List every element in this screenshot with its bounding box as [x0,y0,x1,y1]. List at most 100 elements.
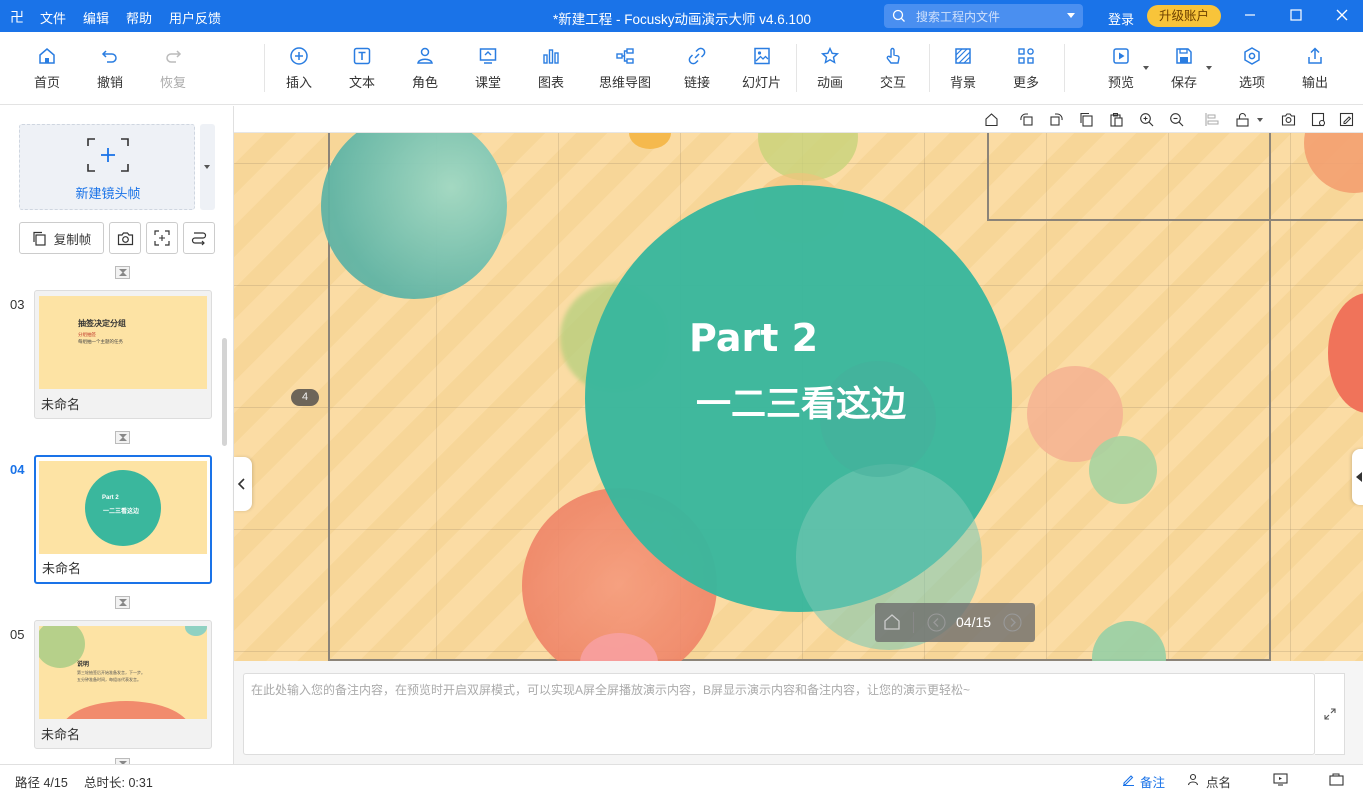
slide-thumbnail-03[interactable]: 抽签决定分组 分组抽签 每组抽一个主题的任务 未命名 [34,290,212,419]
slide-preview: 说明 第三轮抽签后开始准备发言，下一步。 五分钟准备时间，每组派代表发言。 [39,626,207,719]
new-frame-dropdown[interactable] [200,124,215,210]
decorative-circle [1089,436,1157,504]
save-dropdown-icon[interactable] [1206,66,1212,70]
window-title: *新建工程 - Focusky动画演示大师 v4.6.100 [553,12,812,27]
text-button[interactable]: 文本 [349,46,375,98]
slide-thumbnail-05[interactable]: 说明 第三轮抽签后开始准备发言，下一步。 五分钟准备时间，每组派代表发言。 未命… [34,620,212,749]
classroom-icon [479,48,497,64]
notes-expand-button[interactable] [1315,673,1345,755]
home-view-icon[interactable] [984,112,999,127]
transition-icon[interactable] [115,266,130,279]
lock-icon[interactable] [1235,112,1250,127]
interact-button[interactable]: 交互 [880,46,906,98]
zoom-in-icon[interactable] [1139,112,1154,127]
maximize-icon[interactable] [1288,7,1304,23]
align-icon[interactable] [1204,112,1219,127]
app-logo-icon: 卍 [10,9,24,25]
frame-number-badge[interactable]: 4 [291,389,319,406]
app-window: 卍 文件 编辑 帮助 用户反馈 *新建工程 - Focusky动画演示大师 v4… [0,0,1363,792]
playback-control: 04/15 [875,603,1035,642]
slideshow-button[interactable]: 幻灯片 [742,46,781,98]
menu-feedback[interactable]: 用户反馈 [169,8,221,27]
class-button[interactable]: 课堂 [475,46,501,98]
hand-pointer-icon [886,47,900,64]
person-icon[interactable] [1187,773,1200,786]
upgrade-button[interactable]: 升级账户 [1147,5,1221,27]
animation-label: 动画 [817,75,844,90]
new-frame-button[interactable]: 新建镜头帧 [19,124,195,210]
role-button[interactable]: 角色 [412,46,438,98]
notes-edit-icon[interactable] [1122,773,1135,786]
transition-icon[interactable] [115,596,130,609]
screenshot-icon[interactable] [1281,112,1296,127]
options-button[interactable]: 选项 [1239,46,1265,98]
slide-title[interactable]: Part 2 [689,316,818,360]
thumb-text: 一二三看这边 [103,509,140,515]
snapshot-button[interactable] [109,222,141,254]
screen-icon[interactable] [1273,773,1288,786]
minimize-icon[interactable] [1242,7,1258,23]
slide-subtitle[interactable]: 一二三看这边 [696,376,906,427]
redo-button[interactable]: 恢复 [160,46,186,98]
chevron-left-icon [1356,472,1362,482]
copy-icon[interactable] [1079,112,1094,127]
next-icon[interactable] [1003,613,1022,632]
menu-help[interactable]: 帮助 [126,8,152,27]
bar-chart-icon [543,49,559,64]
slide-number: 05 [10,627,25,642]
path-order-button[interactable] [183,222,215,254]
thumb-title: 抽签决定分组 [78,319,126,328]
login-link[interactable]: 登录 [1108,9,1134,28]
undo-icon [101,50,117,63]
fit-frame-button[interactable] [146,222,178,254]
left-panel-scrollbar[interactable] [222,338,227,446]
rotate-right-icon[interactable] [1049,112,1064,127]
preview-button[interactable]: 预览 [1108,46,1134,98]
duration-status: 总时长: 0:31 [84,776,153,790]
paste-icon[interactable] [1109,112,1124,127]
canvas-stage[interactable]: Part 2 一二三看这边 4 04/15 [234,133,1363,661]
export-button[interactable]: 输出 [1302,46,1328,98]
mindmap-button[interactable]: 思维导图 [599,46,651,98]
window-icon[interactable] [1329,773,1344,786]
insert-label: 插入 [286,75,313,90]
rollcall-button[interactable]: 点名 [1206,772,1231,791]
search-dropdown-icon[interactable] [1067,13,1075,18]
background-button[interactable]: 背景 [950,46,976,98]
animation-button[interactable]: 动画 [817,46,843,98]
image-settings-icon[interactable] [1311,112,1326,127]
menu-file[interactable]: 文件 [40,8,66,27]
more-button[interactable]: 更多 [1013,46,1039,98]
search-box[interactable]: 搜索工程内文件 [884,4,1083,28]
path-status: 路径 4/15 [15,776,68,790]
slide-preview: Part 2 一二三看这边 [39,461,207,554]
slide-thumbnail-04[interactable]: Part 2 一二三看这边 未命名 [34,455,212,584]
notes-toggle[interactable]: 备注 [1140,772,1165,791]
thumb-title: 说明 [77,662,90,668]
chart-button[interactable]: 图表 [538,46,564,98]
undo-label: 撤销 [97,75,124,90]
lock-dropdown-icon[interactable] [1257,118,1263,122]
copy-frame-button[interactable]: 复制帧 [19,222,104,254]
undo-button[interactable]: 撤销 [97,46,123,98]
home-button[interactable]: 首页 [34,46,60,98]
preview-dropdown-icon[interactable] [1143,66,1149,70]
menu-edit[interactable]: 编辑 [83,8,109,27]
zoom-out-icon[interactable] [1169,112,1184,127]
close-icon[interactable] [1334,7,1350,23]
menu-bar: 文件 编辑 帮助 用户反馈 [40,8,221,27]
prev-icon[interactable] [927,613,946,632]
notes-input[interactable] [244,674,1314,754]
save-button[interactable]: 保存 [1171,46,1197,98]
export-icon [1308,47,1322,64]
expand-icon [1324,708,1336,720]
home-icon[interactable] [883,613,901,631]
link-button[interactable]: 链接 [684,46,710,98]
insert-button[interactable]: 插入 [286,46,312,98]
edit-icon[interactable] [1339,112,1354,127]
transition-icon[interactable] [115,431,130,444]
star-icon [820,46,840,64]
right-panel-toggle[interactable] [1352,449,1363,505]
rotate-left-icon[interactable] [1019,112,1034,127]
left-panel-collapse[interactable] [234,457,252,511]
